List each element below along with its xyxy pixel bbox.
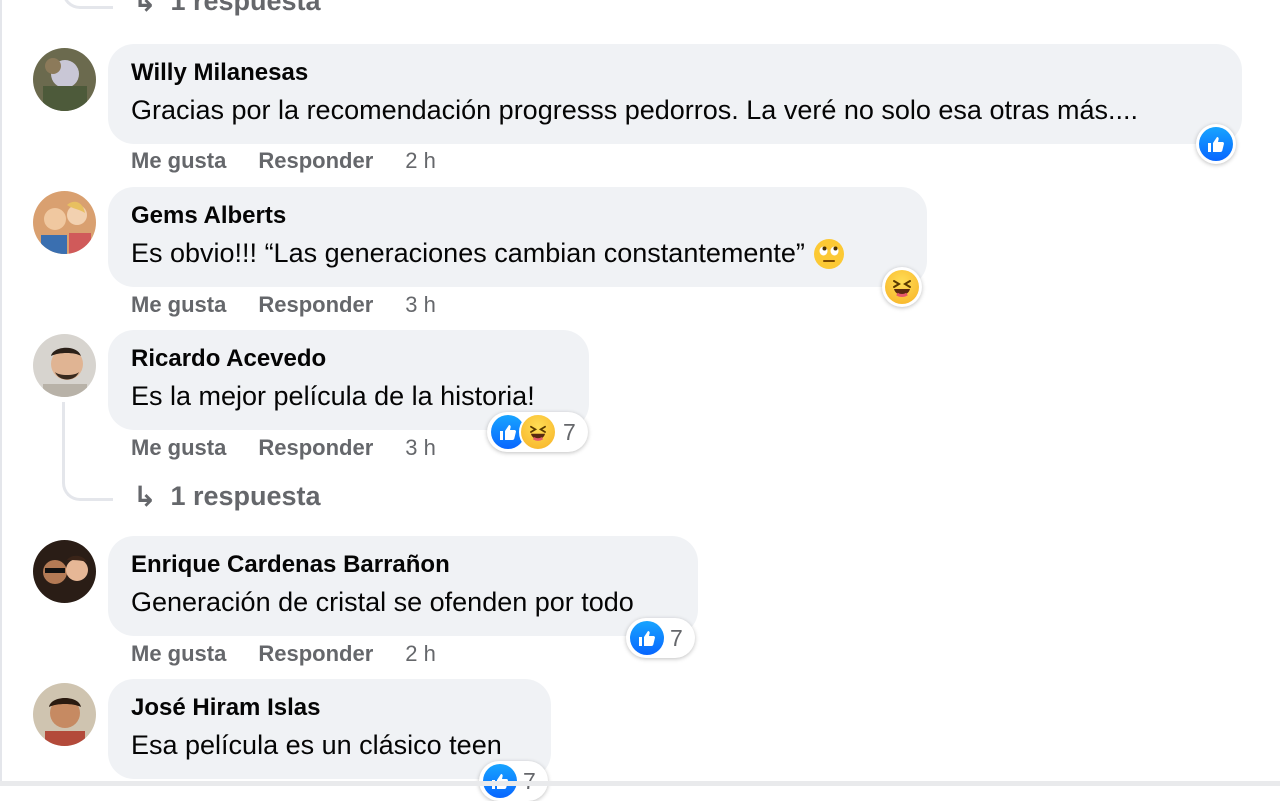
- comment-text: Gracias por la recomendación progresss p…: [131, 95, 1138, 125]
- like-button[interactable]: Me gusta: [131, 292, 226, 318]
- comment-actions: Me gusta Responder 3 h: [131, 435, 436, 461]
- view-replies-link-top[interactable]: ↳ 1 respuesta: [133, 0, 321, 17]
- comment-bubble: Enrique Cardenas Barrañon Generación de …: [108, 536, 698, 636]
- like-button[interactable]: Me gusta: [131, 641, 226, 667]
- comment-text: Es obvio!!! “Las generaciones cambian co…: [131, 233, 903, 281]
- avatar[interactable]: [33, 48, 96, 111]
- reply-button[interactable]: Responder: [258, 641, 373, 667]
- avatar[interactable]: [33, 191, 96, 254]
- reply-arrow-icon: ↳: [133, 0, 157, 17]
- thread-connector: [62, 402, 113, 501]
- thread-connector-top: [62, 0, 113, 9]
- view-replies-link[interactable]: ↳ 1 respuesta: [133, 481, 321, 512]
- comment-bubble: José Hiram Islas Esa película es un clás…: [108, 679, 551, 779]
- like-reaction-icon: [1199, 127, 1233, 161]
- reply-button[interactable]: Responder: [258, 148, 373, 174]
- haha-reaction-icon: [885, 270, 919, 304]
- comment-author[interactable]: Ricardo Acevedo: [131, 344, 565, 374]
- comment-author[interactable]: Enrique Cardenas Barrañon: [131, 550, 674, 580]
- reaction-count: 7: [670, 624, 683, 651]
- comment-bubble: Willy Milanesas Gracias por la recomenda…: [108, 44, 1242, 144]
- eye-roll-emoji-icon: [813, 238, 845, 281]
- comment-text: Esa película es un clásico teen: [131, 730, 502, 760]
- comment-time[interactable]: 3 h: [405, 435, 436, 461]
- view-replies-label: 1 respuesta: [170, 481, 321, 511]
- like-reaction-icon: [630, 621, 664, 655]
- reply-button[interactable]: Responder: [258, 292, 373, 318]
- comment-actions: Me gusta Responder 2 h: [131, 641, 436, 667]
- comment-author[interactable]: Willy Milanesas: [131, 58, 1218, 88]
- comment-bubble: Gems Alberts Es obvio!!! “Las generacion…: [108, 187, 927, 287]
- reply-arrow-icon: ↳: [133, 480, 157, 512]
- left-edge-line: [0, 0, 2, 786]
- like-button[interactable]: Me gusta: [131, 148, 226, 174]
- view-replies-label: 1 respuesta: [170, 0, 321, 16]
- comment-actions: Me gusta Responder 3 h: [131, 292, 436, 318]
- comment-time[interactable]: 2 h: [405, 641, 436, 667]
- comment-author[interactable]: Gems Alberts: [131, 201, 903, 231]
- reaction-summary[interactable]: 7: [487, 412, 588, 452]
- comment-time[interactable]: 3 h: [405, 292, 436, 318]
- avatar[interactable]: [33, 334, 96, 397]
- comment-text-content: Es obvio!!! “Las generaciones cambian co…: [131, 238, 805, 268]
- comment-author[interactable]: José Hiram Islas: [131, 693, 527, 723]
- comment-time[interactable]: 2 h: [405, 148, 436, 174]
- avatar[interactable]: [33, 683, 96, 746]
- reaction-count: 7: [563, 418, 576, 445]
- haha-reaction-icon: [519, 413, 557, 451]
- reply-button[interactable]: Responder: [258, 435, 373, 461]
- reaction-summary[interactable]: 7: [626, 618, 695, 658]
- reaction-summary[interactable]: [1196, 124, 1236, 164]
- like-button[interactable]: Me gusta: [131, 435, 226, 461]
- comment-text: Generación de cristal se ofenden por tod…: [131, 587, 634, 617]
- bottom-bar: [0, 781, 1280, 786]
- comment-text: Es la mejor película de la historia!: [131, 381, 535, 411]
- reaction-summary[interactable]: [882, 267, 922, 307]
- avatar[interactable]: [33, 540, 96, 603]
- comment-actions: Me gusta Responder 2 h: [131, 148, 436, 174]
